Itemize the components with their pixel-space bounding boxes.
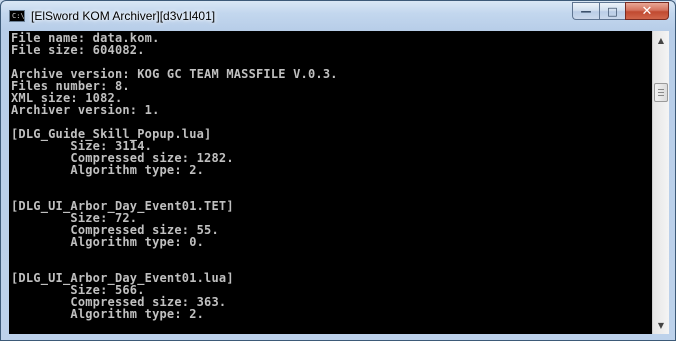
caption-buttons: — □ ✕ <box>572 2 669 21</box>
console-text: File name: data.kom. File size: 604082. … <box>11 31 338 321</box>
vertical-scrollbar[interactable]: ▲ ▼ <box>652 31 669 334</box>
chevron-up-icon: ▲ <box>657 35 665 45</box>
scroll-down-button[interactable]: ▼ <box>653 317 669 333</box>
close-icon: ✕ <box>641 3 653 19</box>
console-window: C:\ [ElSword KOM Archiver][d3v1l401] — □… <box>0 0 676 341</box>
grip-line-icon <box>658 95 664 96</box>
scroll-up-button[interactable]: ▲ <box>653 32 669 48</box>
app-icon-text: C:\ <box>12 12 25 20</box>
minimize-button[interactable]: — <box>572 2 599 20</box>
maximize-button[interactable]: □ <box>599 2 625 20</box>
window-title: [ElSword KOM Archiver][d3v1l401] <box>31 9 216 23</box>
title-bar[interactable]: C:\ [ElSword KOM Archiver][d3v1l401] — □… <box>1 1 675 31</box>
scrollbar-thumb[interactable] <box>654 83 668 102</box>
minimize-icon: — <box>580 4 592 18</box>
chevron-down-icon: ▼ <box>657 320 665 330</box>
maximize-icon: □ <box>607 4 618 18</box>
close-button[interactable]: ✕ <box>625 2 669 20</box>
grip-line-icon <box>658 89 664 90</box>
console-output[interactable]: File name: data.kom. File size: 604082. … <box>9 31 652 334</box>
grip-line-icon <box>658 92 664 93</box>
console-app-icon[interactable]: C:\ <box>9 10 25 22</box>
